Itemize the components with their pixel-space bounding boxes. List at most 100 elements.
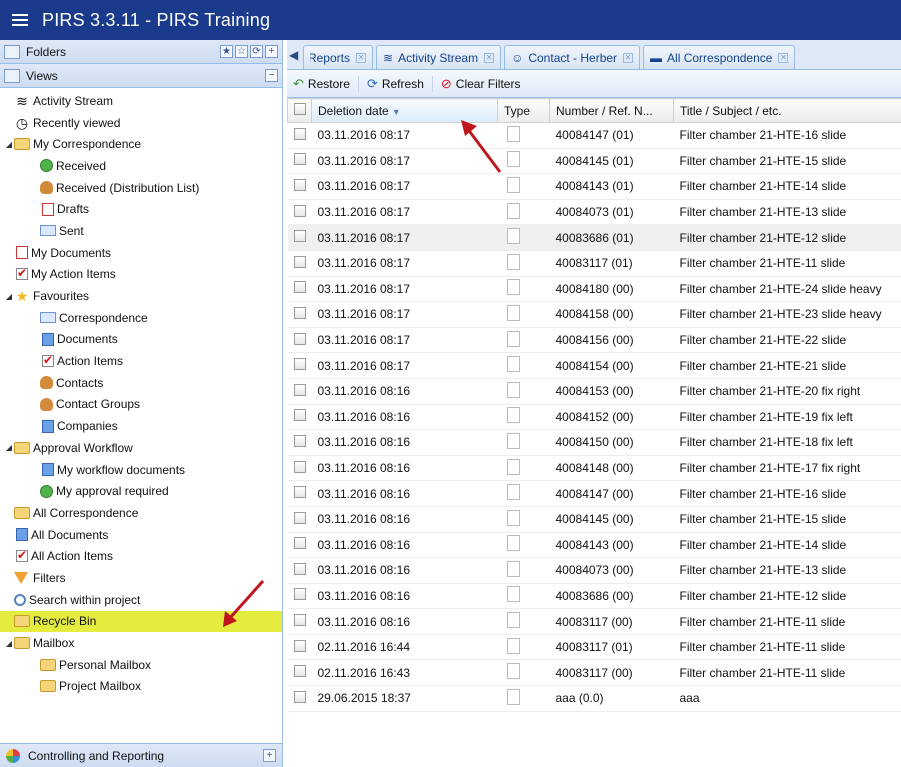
row-select-cell[interactable] — [287, 199, 312, 226]
table-row[interactable]: 03.11.2016 08:17 40083117 (01) Filter cham… — [287, 250, 901, 277]
refresh-folders-icon[interactable]: ⟳ — [250, 45, 263, 58]
tab-reports[interactable]: Reports ✕ — [303, 45, 373, 69]
tree-item-approval-workflow[interactable]: ◢ Approval Workflow — [0, 437, 282, 459]
row-select-cell[interactable] — [287, 352, 312, 379]
row-checkbox[interactable] — [293, 562, 306, 575]
views-header[interactable]: Views − — [0, 64, 282, 88]
row-select-cell[interactable] — [287, 224, 312, 251]
table-row[interactable]: 03.11.2016 08:17 40084158 (00) Filter cham… — [287, 301, 901, 328]
tree-item-recently-viewed[interactable]: ◷ Recently viewed — [0, 112, 282, 134]
table-row[interactable]: 03.11.2016 08:16 40083117 (00) Filter cham… — [287, 608, 901, 635]
table-row[interactable]: 03.11.2016 08:17 40084147 (01) Filter cham… — [287, 122, 901, 149]
row-select-cell[interactable] — [287, 122, 312, 149]
row-select-cell[interactable] — [287, 532, 312, 559]
tree-item-search-within-project[interactable]: Search within project — [0, 589, 282, 611]
table-row[interactable]: 29.06.2015 18:37 aaa (0.0) aaa — [287, 685, 901, 712]
row-checkbox[interactable] — [293, 690, 306, 703]
select-all-header[interactable] — [287, 98, 312, 123]
favorite-remove-icon[interactable]: ☆ — [235, 45, 248, 58]
tree-item-personal-mailbox[interactable]: Personal Mailbox — [0, 654, 282, 676]
row-select-cell[interactable] — [287, 148, 312, 175]
row-checkbox[interactable] — [293, 281, 306, 294]
tree-item-my-correspondence[interactable]: ◢ My Correspondence — [0, 133, 282, 155]
close-tab-icon[interactable]: ✕ — [356, 52, 366, 63]
folders-header[interactable]: Folders ★ ☆ ⟳ + — [0, 40, 282, 64]
row-select-cell[interactable] — [287, 506, 312, 533]
tree-item-activity-stream[interactable]: ≋ Activity Stream — [0, 90, 282, 112]
row-checkbox[interactable] — [293, 230, 306, 243]
tree-item-my-workflow-documents[interactable]: My workflow documents — [0, 459, 282, 481]
column-header-number[interactable]: Number / Ref. N... — [549, 98, 674, 123]
tree-item-sent[interactable]: Sent — [0, 220, 282, 242]
row-checkbox[interactable] — [293, 665, 306, 678]
tree-item-filters[interactable]: Filters — [0, 567, 282, 589]
row-checkbox[interactable] — [293, 204, 306, 217]
row-checkbox[interactable] — [293, 460, 306, 473]
tab-scroll-left-icon[interactable]: ◀ — [289, 48, 303, 62]
row-select-cell[interactable] — [287, 276, 312, 303]
row-select-cell[interactable] — [287, 429, 312, 456]
tree-item-favourites[interactable]: ◢ ★ Favourites — [0, 285, 282, 307]
row-select-cell[interactable] — [287, 327, 312, 354]
select-all-checkbox[interactable] — [294, 103, 306, 115]
hamburger-menu-icon[interactable] — [12, 13, 28, 27]
expand-arrow-icon[interactable]: ◢ — [4, 140, 14, 149]
row-checkbox[interactable] — [293, 588, 306, 601]
row-checkbox[interactable] — [293, 434, 306, 447]
row-select-cell[interactable] — [287, 608, 312, 635]
row-checkbox[interactable] — [293, 383, 306, 396]
controlling-reporting-header[interactable]: Controlling and Reporting + — [0, 743, 282, 767]
favorite-add-icon[interactable]: ★ — [220, 45, 233, 58]
expand-arrow-icon[interactable]: ◢ — [4, 292, 14, 301]
tab-contact-herber[interactable]: ☺ Contact - Herber ✕ — [504, 45, 641, 69]
row-checkbox[interactable] — [293, 178, 306, 191]
tree-item-my-documents[interactable]: My Documents — [0, 242, 282, 264]
row-checkbox[interactable] — [293, 127, 306, 140]
tree-item-my-action-items[interactable]: My Action Items — [0, 264, 282, 286]
row-checkbox[interactable] — [293, 486, 306, 499]
expand-reporting-icon[interactable]: + — [263, 749, 276, 762]
tree-item-companies[interactable]: Companies — [0, 415, 282, 437]
clear-filters-button[interactable]: ⊘ Clear Filters — [441, 76, 529, 92]
tab-activity-stream[interactable]: ≋ Activity Stream ✕ — [376, 45, 502, 69]
table-row[interactable]: 03.11.2016 08:17 40083686 (01) Filter cham… — [287, 224, 901, 251]
tree-item-contact-groups[interactable]: Contact Groups — [0, 394, 282, 416]
column-header-deletion-date[interactable]: Deletion date ▼ — [311, 98, 498, 123]
row-checkbox[interactable] — [293, 614, 306, 627]
table-row[interactable]: 03.11.2016 08:16 40084145 (00) Filter cham… — [287, 506, 901, 533]
table-row[interactable]: 03.11.2016 08:16 40084143 (00) Filter cham… — [287, 532, 901, 559]
table-row[interactable]: 03.11.2016 08:17 40084145 (01) Filter cham… — [287, 148, 901, 175]
table-row[interactable]: 03.11.2016 08:16 40084153 (00) Filter cham… — [287, 378, 901, 405]
table-row[interactable]: 03.11.2016 08:16 40084147 (00) Filter cham… — [287, 480, 901, 507]
table-row[interactable]: 03.11.2016 08:16 40083686 (00) Filter cham… — [287, 583, 901, 610]
tab-all-correspondence[interactable]: ▬ All Correspondence ✕ — [643, 45, 796, 69]
table-row[interactable]: 03.11.2016 08:16 40084152 (00) Filter cham… — [287, 404, 901, 431]
row-select-cell[interactable] — [287, 659, 312, 687]
column-header-title[interactable]: Title / Subject / etc. — [673, 98, 901, 123]
tree-item-recycle-bin[interactable]: Recycle Bin — [0, 610, 282, 633]
close-tab-icon[interactable]: ✕ — [778, 52, 789, 63]
tree-item-all-documents[interactable]: All Documents — [0, 524, 282, 546]
tree-item-action-items[interactable]: Action Items — [0, 350, 282, 372]
row-select-cell[interactable] — [287, 378, 312, 405]
table-row[interactable]: 02.11.2016 16:43 40083117 (00) Filter cham… — [287, 659, 901, 687]
row-checkbox[interactable] — [293, 639, 306, 652]
tree-item-drafts[interactable]: Drafts — [0, 198, 282, 220]
row-select-cell[interactable] — [287, 583, 312, 610]
table-row[interactable]: 03.11.2016 08:17 40084180 (00) Filter cham… — [287, 276, 901, 303]
table-row[interactable]: 03.11.2016 08:16 40084148 (00) Filter cham… — [287, 455, 901, 482]
row-select-cell[interactable] — [287, 634, 312, 661]
expand-arrow-icon[interactable]: ◢ — [4, 443, 14, 452]
tree-item-all-correspondence[interactable]: All Correspondence — [0, 502, 282, 524]
table-row[interactable]: 03.11.2016 08:17 40084073 (01) Filter cham… — [287, 199, 901, 226]
row-select-cell[interactable] — [287, 250, 312, 277]
expand-folders-icon[interactable]: + — [265, 45, 278, 58]
tree-item-project-mailbox[interactable]: Project Mailbox — [0, 676, 282, 698]
tree-item-received[interactable]: Received — [0, 155, 282, 177]
row-select-cell[interactable] — [287, 557, 312, 584]
table-row[interactable]: 03.11.2016 08:17 40084154 (00) Filter cham… — [287, 352, 901, 379]
row-checkbox[interactable] — [293, 306, 306, 319]
row-select-cell[interactable] — [287, 404, 312, 431]
tree-item-correspondence[interactable]: Correspondence — [0, 307, 282, 329]
table-row[interactable]: 03.11.2016 08:16 40084073 (00) Filter cham… — [287, 557, 901, 584]
